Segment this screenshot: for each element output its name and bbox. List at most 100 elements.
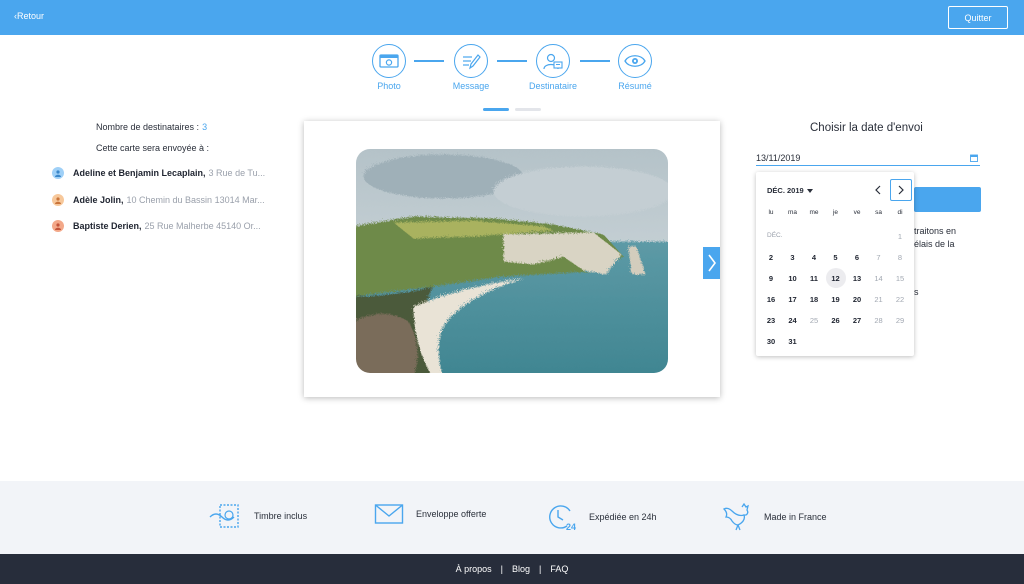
calendar-day[interactable]: 10 bbox=[783, 268, 803, 288]
calendar-day[interactable]: 20 bbox=[847, 289, 867, 309]
chevron-left-icon bbox=[875, 185, 881, 195]
footer-link-blog[interactable]: Blog bbox=[512, 564, 530, 574]
recipient-icon bbox=[536, 44, 570, 78]
next-side-button[interactable] bbox=[703, 247, 720, 279]
calendar-day[interactable]: 16 bbox=[761, 289, 781, 309]
calendar-day: 1 bbox=[897, 231, 903, 241]
feature-envelope: Enveloppe offerte bbox=[374, 503, 486, 525]
postcard-preview bbox=[304, 121, 720, 397]
confirm-button[interactable] bbox=[914, 187, 981, 212]
recipient-count: Nombre de destinataires :3 bbox=[96, 122, 207, 132]
calendar-day[interactable]: 27 bbox=[847, 310, 867, 330]
calendar-day[interactable]: 4 bbox=[804, 247, 824, 267]
step-message[interactable]: Message bbox=[436, 44, 506, 91]
next-month-button[interactable] bbox=[890, 179, 912, 201]
calendar-day: 15 bbox=[895, 273, 905, 283]
prev-month-button[interactable] bbox=[870, 182, 886, 198]
indicator-front[interactable] bbox=[483, 108, 509, 111]
calendar-day: 14 bbox=[874, 273, 883, 283]
calendar-day[interactable]: 3 bbox=[783, 247, 803, 267]
recipient-address: 10 Chemin du Bassin 13014 Mar... bbox=[126, 195, 265, 205]
hidden-info-text: élais de la bbox=[914, 239, 955, 249]
quit-button[interactable]: Quitter bbox=[948, 6, 1008, 29]
calendar-day[interactable]: 19 bbox=[826, 289, 846, 309]
step-recipient[interactable]: Destinataire bbox=[518, 44, 588, 91]
step-summary[interactable]: Résumé bbox=[600, 44, 670, 91]
calendar-day: 29 bbox=[895, 315, 905, 325]
recipient-item[interactable]: Adèle Jolin, 10 Chemin du Bassin 13014 M… bbox=[52, 193, 272, 207]
recipient-name: Adeline et Benjamin Lecaplain, bbox=[73, 168, 206, 178]
weekday-label: di bbox=[897, 209, 903, 216]
calendar-icon[interactable] bbox=[970, 154, 978, 162]
rooster-icon bbox=[722, 503, 749, 531]
date-picker: DÉC. 2019 lu ma me je ve sa di DÉC. 1234… bbox=[756, 172, 914, 356]
calendar-day[interactable]: 23 bbox=[761, 310, 781, 330]
calendar-day: 28 bbox=[874, 315, 883, 325]
month-selector[interactable]: DÉC. 2019 bbox=[767, 186, 813, 195]
calendar-day: 22 bbox=[895, 294, 905, 304]
recipient-address: 3 Rue de Tu... bbox=[208, 168, 266, 178]
footer-link-faq[interactable]: FAQ bbox=[550, 564, 568, 574]
month-label: DÉC. 2019 bbox=[767, 186, 804, 195]
calendar-day: 7 bbox=[876, 252, 881, 262]
calendar-day[interactable]: 17 bbox=[783, 289, 803, 309]
feature-stamp: Timbre inclus bbox=[208, 503, 307, 529]
feature-label: Expédiée en 24h bbox=[589, 512, 657, 522]
card-side-indicator bbox=[483, 108, 541, 111]
step-label: Résumé bbox=[618, 81, 652, 91]
indicator-back[interactable] bbox=[515, 108, 541, 111]
feature-shipping: 24 Expédiée en 24h bbox=[545, 503, 657, 531]
recipient-item[interactable]: Baptiste Derien, 25 Rue Malherbe 45140 O… bbox=[52, 219, 272, 233]
calendar-day[interactable]: 9 bbox=[761, 268, 781, 288]
recipient-count-value: 3 bbox=[202, 122, 208, 132]
calendar-day[interactable]: 24 bbox=[783, 310, 803, 330]
calendar-day[interactable]: 18 bbox=[804, 289, 824, 309]
hidden-info-text: s bbox=[914, 287, 919, 297]
envelope-icon bbox=[374, 504, 404, 524]
recipient-name: Baptiste Derien, bbox=[73, 221, 142, 231]
calendar-day[interactable]: 31 bbox=[783, 331, 803, 351]
back-link[interactable]: ‹Retour bbox=[14, 11, 44, 21]
calendar-day: 21 bbox=[874, 294, 883, 304]
calendar-day: 25 bbox=[809, 315, 819, 325]
weekday-label: me bbox=[809, 209, 819, 216]
avatar-icon bbox=[52, 167, 64, 179]
calendar-day[interactable]: 11 bbox=[804, 268, 824, 288]
step-label: Destinataire bbox=[528, 81, 578, 91]
top-bar: ‹Retour Quitter bbox=[0, 0, 1024, 35]
weekday-label: je bbox=[832, 209, 839, 216]
footer: À propos | Blog | FAQ bbox=[0, 554, 1024, 584]
chevron-right-icon bbox=[898, 185, 904, 195]
calendar-day: 8 bbox=[897, 252, 903, 262]
message-pen-icon bbox=[454, 44, 488, 78]
chevron-right-icon bbox=[707, 254, 716, 272]
postcard-photo bbox=[356, 149, 668, 373]
calendar-day[interactable]: 12 bbox=[825, 268, 846, 288]
calendar-day[interactable]: 2 bbox=[761, 247, 781, 267]
recipient-address: 25 Rue Malherbe 45140 Or... bbox=[144, 221, 261, 231]
recipient-item[interactable]: Adeline et Benjamin Lecaplain, 3 Rue de … bbox=[52, 166, 272, 180]
sent-to-label: Cette carte sera envoyée à : bbox=[96, 143, 210, 153]
send-date-input[interactable]: 13/11/2019 bbox=[756, 150, 980, 166]
calendar-day[interactable]: 13 bbox=[847, 268, 867, 288]
calendar-day[interactable]: 26 bbox=[826, 310, 846, 330]
avatar-icon bbox=[52, 220, 64, 232]
footer-separator: | bbox=[539, 564, 542, 574]
svg-text:24: 24 bbox=[566, 522, 576, 531]
hidden-info-text: traitons en bbox=[914, 226, 957, 236]
features-bar: Timbre inclus Enveloppe offerte 24 Expéd… bbox=[0, 481, 1024, 554]
stamp-icon bbox=[209, 504, 239, 528]
calendar-day[interactable]: 30 bbox=[761, 331, 781, 351]
calendar-day[interactable]: 5 bbox=[826, 247, 846, 267]
step-label: Photo bbox=[377, 81, 401, 91]
calendar-day[interactable]: 6 bbox=[847, 247, 867, 267]
recipient-name: Adèle Jolin, bbox=[73, 195, 124, 205]
footer-link-about[interactable]: À propos bbox=[456, 564, 492, 574]
clock-24h-icon: 24 bbox=[549, 505, 576, 531]
feature-label: Enveloppe offerte bbox=[416, 509, 487, 519]
eye-icon bbox=[618, 44, 652, 78]
footer-separator: | bbox=[500, 564, 503, 574]
feature-label: Timbre inclus bbox=[254, 511, 308, 521]
step-photo[interactable]: Photo bbox=[354, 44, 424, 91]
weekday-label: sa bbox=[875, 209, 882, 216]
